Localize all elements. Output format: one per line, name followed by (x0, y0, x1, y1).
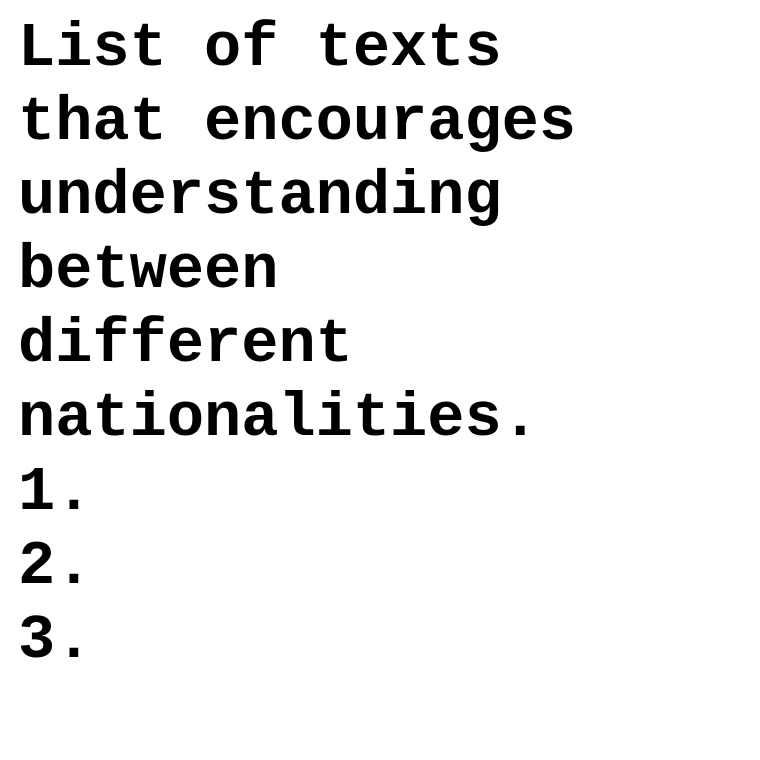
title-line: different (18, 309, 353, 380)
list-item-3: 3. (18, 605, 93, 676)
title-line: that encourages (18, 87, 577, 158)
document-title: List of texts that encourages understand… (18, 12, 748, 456)
title-line: nationalities. (18, 383, 539, 454)
title-line: between (18, 235, 279, 306)
title-line: List of texts (18, 13, 502, 84)
list-item-2: 2. (18, 531, 93, 602)
document-page: List of texts that encourages understand… (18, 12, 748, 678)
title-line: understanding (18, 161, 502, 232)
numbered-list: 1. 2. 3. (18, 456, 748, 678)
list-item-1: 1. (18, 457, 93, 528)
